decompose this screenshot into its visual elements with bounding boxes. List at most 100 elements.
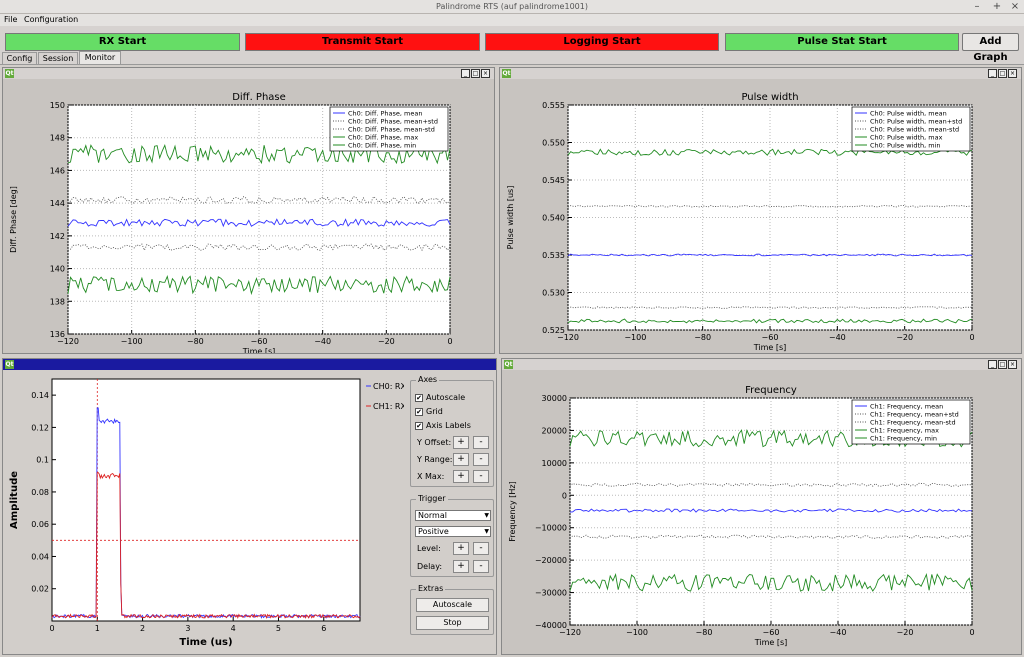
stop-button[interactable]: Stop — [416, 616, 489, 630]
maximize-button[interactable]: + — [990, 1, 1004, 13]
sub-maximize-button[interactable]: □ — [471, 69, 480, 78]
subwindow-pulse-width: Qt _ □ × −120 −100 −80 −60 −40 −20 0 0.525 0.530 0.… — [499, 67, 1022, 354]
x-tick-label: 0 — [969, 333, 974, 342]
window-titlebar: Palindrome RTS (auf palindrome1001) – + … — [0, 0, 1024, 14]
menu-configuration[interactable]: Configuration — [24, 15, 78, 24]
pulse-stat-start-button[interactable]: Pulse Stat Start — [725, 33, 959, 51]
y-tick-label: 0.08 — [31, 488, 49, 497]
x-axis-label: Time [s] — [754, 638, 788, 647]
trigger-group: Trigger Normal ▼ Positive ▼ Level: + - Del… — [410, 494, 494, 577]
y-tick-label: 30000 — [542, 394, 567, 403]
close-window-button[interactable]: × — [1008, 1, 1022, 13]
subwindow-header[interactable]: Qt — [3, 359, 496, 370]
x-tick-label: 2 — [140, 624, 145, 633]
sub-minimize-button[interactable]: _ — [461, 69, 470, 78]
y-axis-label: Pulse width [us] — [506, 186, 515, 250]
grid-checkbox[interactable]: ✔ Grid — [415, 407, 443, 416]
sub-close-button[interactable]: × — [1008, 360, 1017, 369]
legend-entry: Ch0: Pulse width, mean — [870, 110, 947, 118]
diff-phase-chart: −120 −100 −80 −60 −40 −20 01361381401421441461… — [9, 92, 453, 353]
sub-maximize-button[interactable]: □ — [998, 360, 1007, 369]
trigger-mode-select[interactable]: Normal ▼ — [415, 510, 491, 521]
x-tick-label: 0 — [49, 624, 54, 633]
add-graph-button[interactable]: Add Graph — [962, 33, 1019, 63]
y-tick-label: 144 — [50, 199, 65, 208]
y-offset-plus-button[interactable]: + — [453, 436, 469, 449]
y-tick-label: 150 — [50, 101, 65, 110]
trigger-level-label: Level: — [417, 544, 441, 553]
x-tick-label: 0 — [969, 628, 974, 637]
grid-label: Grid — [426, 407, 443, 416]
trigger-delay-minus-button[interactable]: - — [473, 560, 489, 573]
trigger-level-plus-button[interactable]: + — [453, 542, 469, 555]
plot-area — [51, 378, 361, 622]
axis-labels-checkbox[interactable]: ✔ Axis Labels — [415, 421, 471, 430]
x-tick-label: 1 — [95, 624, 100, 633]
check-icon: ✔ — [415, 393, 423, 402]
x-tick-label: −80 — [187, 337, 204, 346]
extras-group-title: Extras — [416, 584, 446, 593]
x-max-minus-button[interactable]: - — [473, 470, 489, 483]
subwindow-header[interactable]: Qt _ □ × — [502, 359, 1021, 370]
trigger-level-minus-button[interactable]: - — [473, 542, 489, 555]
legend-entry: CH0: RX — [373, 382, 404, 391]
trigger-slope-select[interactable]: Positive ▼ — [415, 526, 491, 537]
x-tick-label: −100 — [121, 337, 143, 346]
tab-monitor[interactable]: Monitor — [79, 51, 121, 65]
frequency-chart: −120 −100 −80 −60 −40 −20 0−40000−30000−20000−… — [508, 385, 975, 647]
rx-start-button[interactable]: RX Start — [5, 33, 240, 51]
legend-entry: Ch0: Diff. Phase, mean — [348, 110, 422, 118]
y-axis-label: Diff. Phase [deg] — [9, 186, 18, 253]
qt-icon: Qt — [502, 69, 511, 78]
x-tick-label: −40 — [830, 628, 847, 637]
y-tick-label: 0.02 — [31, 585, 49, 594]
x-tick-label: −40 — [829, 333, 846, 342]
y-tick-label: 146 — [50, 166, 65, 175]
x-axis-label: Time [s] — [242, 347, 276, 353]
subwindow-header[interactable]: Qt _ □ × — [3, 68, 494, 79]
check-icon: ✔ — [415, 421, 423, 430]
sub-minimize-button[interactable]: _ — [988, 69, 997, 78]
transmit-start-button[interactable]: Transmit Start — [245, 33, 480, 51]
minimize-button[interactable]: – — [970, 1, 984, 13]
pulse-width-chart: −120 −100 −80 −60 −40 −20 00.5250.5300.5350.54… — [506, 92, 975, 352]
qt-icon: Qt — [5, 69, 14, 78]
chart-title: Frequency — [745, 385, 797, 396]
sub-close-button[interactable]: × — [1008, 69, 1017, 78]
sub-close-button[interactable]: × — [481, 69, 490, 78]
legend-entry: Ch1: Frequency, max — [870, 427, 939, 435]
x-tick-label: 6 — [321, 624, 326, 633]
sub-minimize-button[interactable]: _ — [988, 360, 997, 369]
legend-entry: CH1: RX — [373, 402, 404, 411]
y-tick-label: 0.14 — [31, 391, 49, 400]
subwindow-header[interactable]: Qt _ □ × — [500, 68, 1021, 79]
y-tick-label: 0.12 — [31, 423, 49, 432]
chart-title: Pulse width — [741, 92, 798, 103]
y-tick-label: −10000 — [535, 524, 567, 533]
legend-entry: Ch0: Diff. Phase, mean-std — [348, 126, 435, 134]
x-max-plus-button[interactable]: + — [453, 470, 469, 483]
x-tick-label: −80 — [696, 628, 713, 637]
x-tick-label: −60 — [763, 628, 780, 637]
autoscale-button[interactable]: Autoscale — [416, 598, 489, 612]
x-tick-label: −60 — [762, 333, 779, 342]
sub-maximize-button[interactable]: □ — [998, 69, 1007, 78]
menu-file[interactable]: File — [4, 15, 17, 24]
trigger-slope-value: Positive — [418, 527, 449, 536]
y-tick-label: 0.1 — [36, 456, 49, 465]
autoscale-checkbox[interactable]: ✔ Autoscale — [415, 393, 465, 402]
y-tick-label: 0.540 — [542, 214, 565, 223]
y-range-minus-button[interactable]: - — [473, 453, 489, 466]
y-range-label: Y Range: — [417, 455, 453, 464]
y-tick-label: 142 — [50, 232, 65, 241]
x-max-label: X Max: — [417, 472, 445, 481]
legend-entry: Ch1: Frequency, mean — [870, 403, 943, 411]
logging-start-button[interactable]: Logging Start — [485, 33, 719, 51]
y-tick-label: −30000 — [535, 589, 567, 598]
y-tick-label: −40000 — [535, 621, 567, 630]
y-range-plus-button[interactable]: + — [453, 453, 469, 466]
y-tick-label: 148 — [50, 134, 65, 143]
trigger-delay-plus-button[interactable]: + — [453, 560, 469, 573]
chart-title: Diff. Phase — [232, 92, 286, 103]
y-offset-minus-button[interactable]: - — [473, 436, 489, 449]
